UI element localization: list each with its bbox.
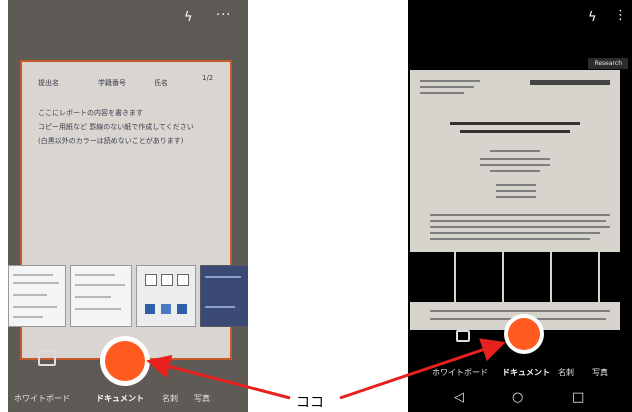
arrow-to-right-shutter	[339, 338, 506, 400]
annotation-label: ココ	[296, 395, 324, 411]
arrow-to-left-shutter	[146, 354, 291, 400]
annotation-arrows	[146, 338, 506, 400]
